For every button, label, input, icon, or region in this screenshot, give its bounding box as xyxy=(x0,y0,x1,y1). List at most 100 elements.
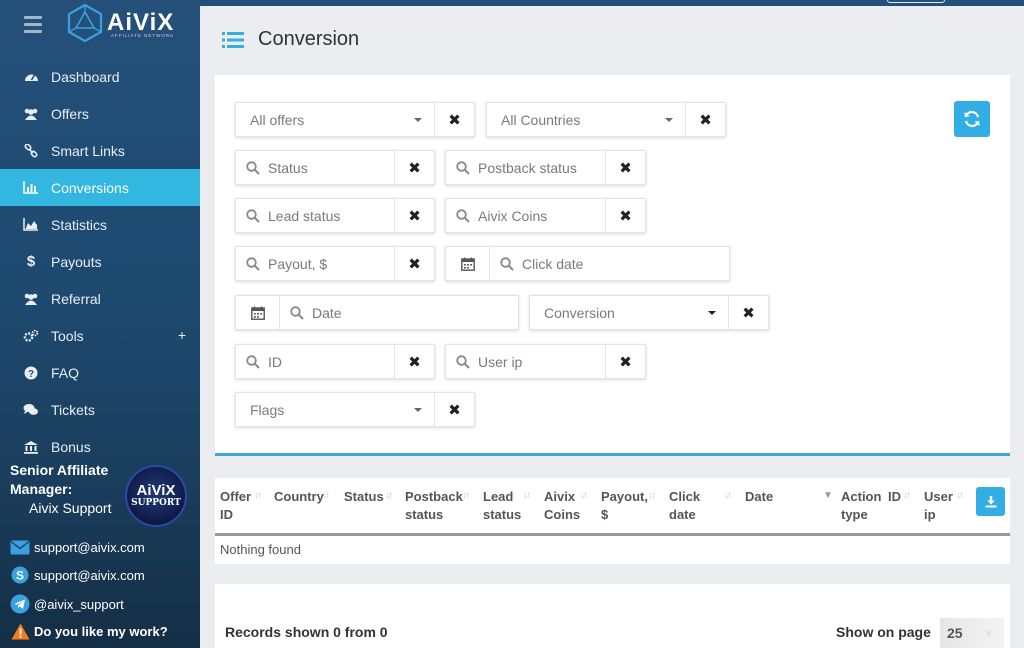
column-header-click-date[interactable]: Click date xyxy=(669,488,700,524)
sort-icon[interactable]: ↓↑ xyxy=(580,490,588,501)
column-header-user-ip[interactable]: User ip xyxy=(924,488,953,524)
clear-flags-button[interactable]: ✖ xyxy=(434,393,474,426)
status-placeholder: Status xyxy=(268,159,308,176)
page-title: Conversion xyxy=(258,28,360,50)
dollar-icon: $ xyxy=(26,253,36,270)
calendar-icon[interactable] xyxy=(446,247,490,280)
sidebar-item-tools[interactable]: Tools + xyxy=(0,317,200,354)
date-input[interactable]: Date xyxy=(235,295,519,330)
sort-desc-icon[interactable]: ▼ xyxy=(823,490,833,501)
contact-email[interactable]: support@aivix.com xyxy=(10,538,145,556)
download-button[interactable] xyxy=(976,487,1005,516)
sidebar-item-label: Referral xyxy=(51,290,101,307)
countries-select-value: All Countries xyxy=(501,111,581,128)
clear-aivix-coins-button[interactable]: ✖ xyxy=(605,199,645,232)
sort-icon[interactable]: ↓↑ xyxy=(956,490,964,501)
users-icon xyxy=(22,105,40,123)
clear-countries-button[interactable]: ✖ xyxy=(685,103,725,136)
conversion-select[interactable]: Conversion ✖ xyxy=(529,295,769,330)
payout-input[interactable]: Payout, $ ✖ xyxy=(235,246,435,281)
column-header-id[interactable]: ID xyxy=(888,488,901,506)
link-icon xyxy=(22,142,40,160)
feedback-link[interactable]: Do you like my work? xyxy=(10,622,168,640)
clear-conversion-button[interactable]: ✖ xyxy=(728,296,768,329)
sidebar-item-smart-links[interactable]: Smart Links xyxy=(0,132,200,169)
column-header-action-type[interactable]: Action type xyxy=(841,488,881,524)
warning-icon xyxy=(10,622,30,640)
column-header-status[interactable]: Status xyxy=(344,488,384,506)
chevron-down-icon xyxy=(414,117,422,122)
sort-icon[interactable]: ↓↑ xyxy=(724,490,732,501)
logo-text: AiViX xyxy=(107,9,175,36)
sidebar-item-label: Payouts xyxy=(51,253,102,270)
sidebar-item-offers[interactable]: Offers xyxy=(0,95,200,132)
payout-placeholder: Payout, $ xyxy=(268,255,328,272)
offers-select[interactable]: All offers ✖ xyxy=(235,102,475,137)
contact-telegram[interactable]: @aivix_support xyxy=(10,594,124,614)
column-header-aivix-coins[interactable]: Aivix Coins xyxy=(544,488,580,524)
page-size-select[interactable]: 25 ∨ xyxy=(940,618,1004,648)
column-header-country[interactable]: Country xyxy=(274,488,324,506)
support-avatar: AiViX SUPPORT xyxy=(127,467,185,525)
countries-select[interactable]: All Countries ✖ xyxy=(486,102,726,137)
download-icon xyxy=(985,495,996,507)
column-header-offer-id[interactable]: Offer ID xyxy=(220,488,251,524)
clear-postback-status-button[interactable]: ✖ xyxy=(605,151,645,184)
lead-status-input[interactable]: Lead status ✖ xyxy=(235,198,435,233)
status-input[interactable]: Status ✖ xyxy=(235,150,435,185)
sidebar-item-faq[interactable]: ? FAQ xyxy=(0,354,200,391)
list-icon xyxy=(222,31,244,48)
search-icon xyxy=(246,160,260,175)
clear-lead-status-button[interactable]: ✖ xyxy=(394,199,434,232)
clear-offers-button[interactable]: ✖ xyxy=(434,103,474,136)
flags-select[interactable]: Flags ✖ xyxy=(235,392,475,427)
sidebar-item-dashboard[interactable]: Dashboard xyxy=(0,58,200,95)
manager-title-2: Manager: xyxy=(10,481,73,497)
sidebar-item-tickets[interactable]: Tickets xyxy=(0,391,200,428)
chevron-down-icon xyxy=(708,310,716,315)
logo[interactable]: AiViX AFFILIATE NETWORK xyxy=(67,4,174,42)
refresh-button[interactable] xyxy=(954,101,990,137)
sort-icon[interactable]: ↓↑ xyxy=(648,490,656,501)
aivix-coins-input[interactable]: Aivix Coins ✖ xyxy=(445,198,646,233)
expand-icon[interactable]: + xyxy=(178,327,186,343)
column-header-payout[interactable]: Payout, $ xyxy=(601,488,648,524)
postback-status-placeholder: Postback status xyxy=(478,159,577,176)
user-ip-input[interactable]: User ip ✖ xyxy=(445,344,646,379)
sidebar-item-label: Dashboard xyxy=(51,68,120,85)
search-icon xyxy=(246,208,260,223)
sort-icon[interactable]: ↓↑ xyxy=(254,490,262,501)
table-header-divider xyxy=(215,533,1010,536)
comments-icon xyxy=(22,401,40,419)
sort-icon[interactable]: ↓↑ xyxy=(903,490,911,501)
clear-payout-button[interactable]: ✖ xyxy=(394,247,434,280)
column-header-date[interactable]: Date xyxy=(745,488,773,506)
sidebar-item-statistics[interactable]: Statistics xyxy=(0,206,200,243)
manager-info: Senior Affiliate Manager: Aivix Support xyxy=(10,461,111,518)
column-header-postback-status[interactable]: Postback status xyxy=(405,488,463,524)
records-count: Records shown 0 from 0 xyxy=(225,624,388,640)
sidebar-item-referral[interactable]: Referral xyxy=(0,280,200,317)
sidebar-item-bonus[interactable]: Bonus xyxy=(0,428,200,465)
click-date-input[interactable]: Click date xyxy=(445,246,730,281)
click-date-placeholder: Click date xyxy=(522,255,584,272)
calendar-icon[interactable] xyxy=(236,296,280,329)
menu-toggle-icon[interactable] xyxy=(24,16,42,37)
top-bar-button[interactable] xyxy=(887,0,945,3)
bar-chart-icon xyxy=(22,179,40,197)
sidebar-item-payouts[interactable]: $ Payouts xyxy=(0,243,200,280)
clear-id-button[interactable]: ✖ xyxy=(394,345,434,378)
sort-icon[interactable]: ↓↑ xyxy=(523,490,531,501)
contact-skype[interactable]: S support@aivix.com xyxy=(10,566,145,584)
support-avatar-label: SUPPORT xyxy=(131,498,181,508)
id-input[interactable]: ID ✖ xyxy=(235,344,435,379)
postback-status-input[interactable]: Postback status ✖ xyxy=(445,150,646,185)
sort-icon[interactable]: ↓↑ xyxy=(322,490,330,501)
clear-status-button[interactable]: ✖ xyxy=(394,151,434,184)
sort-icon[interactable]: ↓↑ xyxy=(462,490,470,501)
sidebar-item-conversions[interactable]: Conversions xyxy=(0,169,200,206)
clear-user-ip-button[interactable]: ✖ xyxy=(605,345,645,378)
support-avatar-logo: AiViX xyxy=(136,482,176,499)
sort-icon[interactable]: ↓↑ xyxy=(385,490,393,501)
column-header-lead-status[interactable]: Lead status xyxy=(483,488,521,524)
